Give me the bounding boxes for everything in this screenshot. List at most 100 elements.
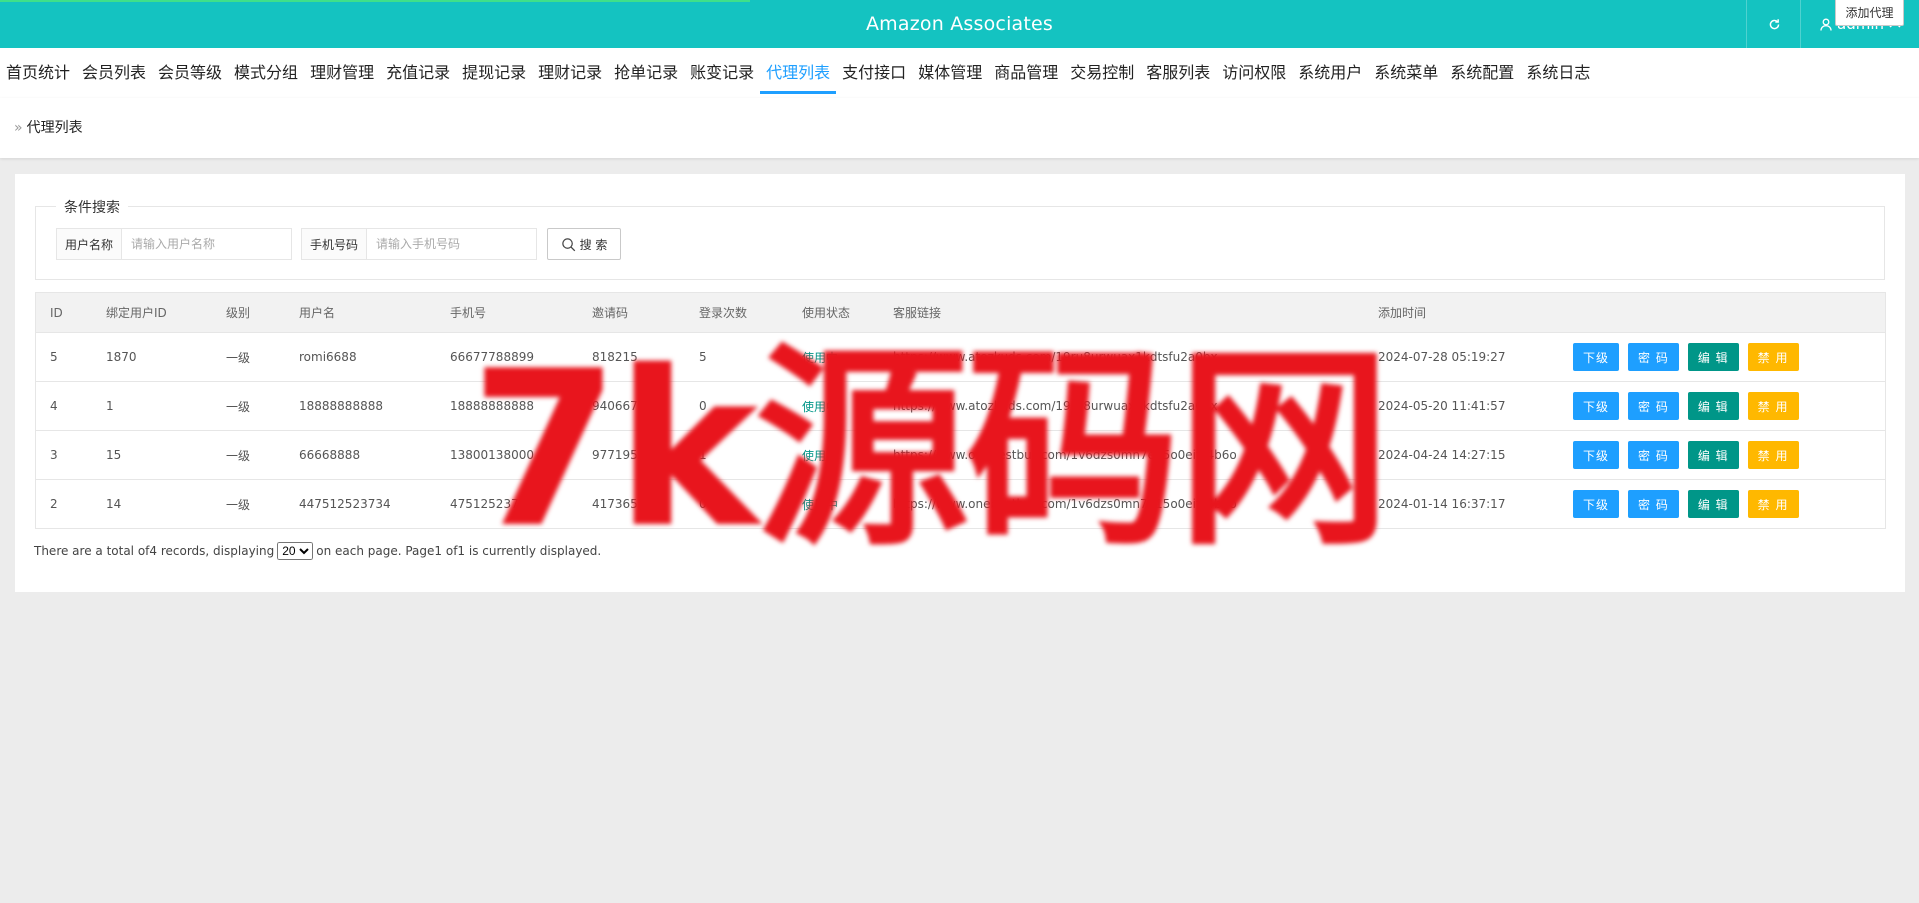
add-agent-button[interactable]: 添加代理: [1835, 0, 1904, 26]
cell-service-link: https://www.atozkuds.com/19ru8urwuax1kdt…: [893, 399, 1218, 413]
breadcrumb-bar: » 代理列表 添加代理: [0, 0, 1919, 158]
row-actions: 下级密 码编 辑禁 用: [1573, 480, 1799, 528]
cell-level: 一级: [226, 350, 251, 365]
subordinates-button[interactable]: 下级: [1573, 343, 1620, 371]
table-row: 5 1870 一级 romi6688 66677788899 818215 5 使用中 http…: [36, 333, 1885, 382]
nav-item-5[interactable]: 充值记录: [380, 48, 456, 98]
refresh-button[interactable]: [1746, 0, 1801, 48]
row-actions: 下级密 码编 辑禁 用: [1573, 382, 1799, 430]
pagination-info: There are a total of4 records, displayin…: [34, 542, 601, 560]
table-row: 2 14 一级 447512523734 47512523734 417365 0 使用中 ht…: [36, 480, 1885, 528]
nav-item-13[interactable]: 商品管理: [988, 48, 1064, 98]
refresh-icon: [1769, 18, 1779, 29]
nav-item-17[interactable]: 系统用户: [1292, 48, 1368, 98]
nav-item-14[interactable]: 交易控制: [1064, 48, 1140, 98]
nav-item-1[interactable]: 会员列表: [76, 48, 152, 98]
cell-status: 使用中: [802, 497, 839, 512]
nav-item-8[interactable]: 抢单记录: [608, 48, 684, 98]
cell-bind-user-id: 15: [106, 448, 122, 462]
cell-username: 66668888: [299, 448, 361, 462]
nav-item-3[interactable]: 模式分组: [228, 48, 304, 98]
main-nav: 首页统计 会员列表 会员等级 模式分组 理财管理 充值记录 提现记录 理财记录 抢单记录 账变记录…: [0, 48, 1919, 98]
nav-item-19[interactable]: 系统配置: [1444, 48, 1520, 98]
nav-item-12[interactable]: 媒体管理: [912, 48, 988, 98]
phone-input[interactable]: [367, 229, 535, 259]
edit-button[interactable]: 编 辑: [1687, 490, 1739, 518]
nav-item-15[interactable]: 客服列表: [1140, 48, 1216, 98]
cell-username: romi6688: [299, 350, 357, 364]
cell-added-time: 2024-04-24 14:27:15: [1378, 448, 1506, 462]
username-field: 用户名称: [56, 228, 292, 260]
cell-bind-user-id: 14: [106, 497, 122, 511]
header-bind-user-id: 绑定用户ID: [106, 306, 167, 320]
cell-id: 3: [50, 448, 58, 462]
nav-item-20[interactable]: 系统日志: [1520, 48, 1596, 98]
cell-invite-code: 940667: [592, 399, 638, 413]
cell-phone: 13800138000: [450, 448, 534, 462]
disable-button[interactable]: 禁 用: [1747, 343, 1799, 371]
nav-item-9[interactable]: 账变记录: [684, 48, 760, 98]
disable-button[interactable]: 禁 用: [1747, 490, 1799, 518]
cell-bind-user-id: 1870: [106, 350, 137, 364]
table-row: 3 15 一级 66668888 13800138000 977195 1 使用中 https:…: [36, 431, 1885, 480]
nav-item-6[interactable]: 提现记录: [456, 48, 532, 98]
phone-label: 手机号码: [302, 229, 367, 259]
row-actions: 下级密 码编 辑禁 用: [1573, 333, 1799, 381]
top-header: Amazon Associates admin: [0, 0, 1919, 48]
phone-field: 手机号码: [301, 228, 537, 260]
cell-id: 2: [50, 497, 58, 511]
nav-item-2[interactable]: 会员等级: [152, 48, 228, 98]
app-title: Amazon Associates: [865, 13, 1054, 35]
disable-button[interactable]: 禁 用: [1747, 392, 1799, 420]
edit-button[interactable]: 编 辑: [1687, 392, 1739, 420]
cell-phone: 66677788899: [450, 350, 534, 364]
nav-item-7[interactable]: 理财记录: [532, 48, 608, 98]
subordinates-button[interactable]: 下级: [1573, 392, 1620, 420]
username-input[interactable]: [122, 229, 290, 259]
cell-phone: 18888888888: [450, 399, 534, 413]
password-button[interactable]: 密 码: [1628, 441, 1679, 469]
nav-item-0[interactable]: 首页统计: [0, 48, 76, 98]
header-service-link: 客服链接: [893, 306, 942, 320]
header-level: 级别: [226, 306, 251, 320]
disable-button[interactable]: 禁 用: [1747, 441, 1799, 469]
password-button[interactable]: 密 码: [1628, 343, 1679, 371]
edit-button[interactable]: 编 辑: [1687, 441, 1739, 469]
cell-login-count: 5: [699, 350, 707, 364]
search-fieldset: 条件搜索 用户名称 手机号码 搜 索: [35, 197, 1885, 280]
cell-status: 使用中: [802, 448, 839, 463]
cell-status: 使用中: [802, 399, 839, 414]
subordinates-button[interactable]: 下级: [1573, 441, 1620, 469]
subordinates-button[interactable]: 下级: [1573, 490, 1620, 518]
nav-item-11[interactable]: 支付接口: [836, 48, 912, 98]
page-size-select[interactable]: 20: [277, 542, 314, 560]
row-actions: 下级密 码编 辑禁 用: [1573, 431, 1799, 479]
cell-invite-code: 977195: [592, 448, 638, 462]
cell-username: 447512523734: [299, 497, 391, 511]
nav-item-16[interactable]: 访问权限: [1216, 48, 1292, 98]
cell-level: 一级: [226, 497, 251, 512]
cell-added-time: 2024-01-14 16:37:17: [1378, 497, 1506, 511]
search-legend: 条件搜索: [56, 197, 128, 217]
cell-level: 一级: [226, 448, 251, 463]
search-button[interactable]: 搜 索: [547, 228, 621, 260]
agent-table: ID 绑定用户ID 级别 用户名 手机号 邀请码 登录次数 使用状态 客服链接 …: [35, 292, 1886, 529]
nav-item-10[interactable]: 代理列表: [760, 48, 837, 98]
table-header: ID 绑定用户ID 级别 用户名 手机号 邀请码 登录次数 使用状态 客服链接 …: [36, 293, 1885, 333]
nav-item-4[interactable]: 理财管理: [304, 48, 380, 98]
edit-button[interactable]: 编 辑: [1687, 343, 1739, 371]
header-login-count: 登录次数: [699, 306, 748, 320]
header-username: 用户名: [299, 306, 336, 320]
cell-status: 使用中: [802, 350, 839, 365]
cell-login-count: 0: [699, 399, 707, 413]
header-status: 使用状态: [802, 306, 851, 320]
cell-login-count: 1: [699, 448, 707, 462]
cell-added-time: 2024-05-20 11:41:57: [1378, 399, 1506, 413]
header-phone: 手机号: [450, 306, 487, 320]
nav-item-18[interactable]: 系统菜单: [1368, 48, 1444, 98]
password-button[interactable]: 密 码: [1628, 490, 1679, 518]
content-card: 条件搜索 用户名称 手机号码 搜 索 ID 绑定用户ID 级别 用户名 手机号 …: [15, 174, 1905, 592]
username-label: 用户名称: [57, 229, 122, 259]
cell-invite-code: 818215: [592, 350, 638, 364]
password-button[interactable]: 密 码: [1628, 392, 1679, 420]
